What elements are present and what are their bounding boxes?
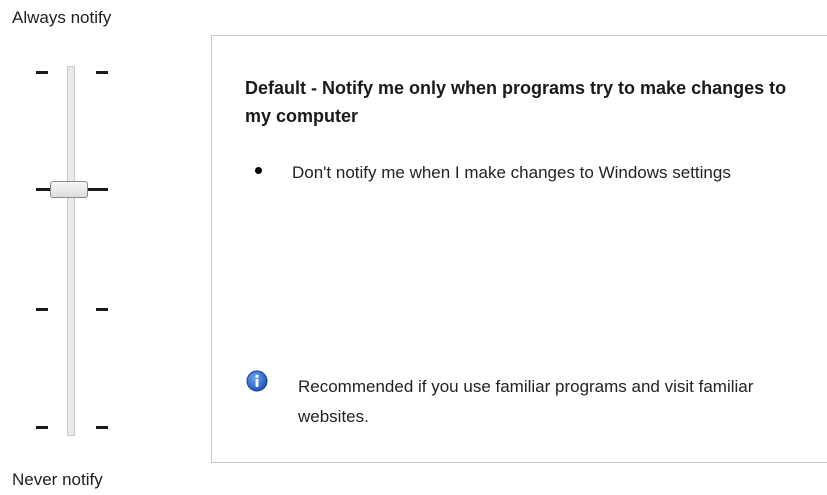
thumb-connector-right <box>87 188 97 191</box>
tick-never-left <box>36 426 48 429</box>
level-heading: Default - Notify me only when programs t… <box>245 78 787 126</box>
tick-always-right <box>96 71 108 74</box>
tick-notify-no-dim-right <box>96 308 108 311</box>
slider-thumb[interactable] <box>50 181 88 198</box>
uac-settings: Always notify Never notify Default - Not… <box>0 0 827 495</box>
recommendation-text: Recommended if you use familiar programs… <box>298 377 754 426</box>
never-notify-label: Never notify <box>12 470 103 489</box>
level-detail-text: Don't notify me when I make changes to W… <box>292 163 731 182</box>
info-icon <box>246 370 268 392</box>
bullet-icon <box>255 167 262 174</box>
notification-level-slider[interactable] <box>30 60 120 440</box>
tick-never-right <box>96 426 108 429</box>
always-notify-label: Always notify <box>12 8 112 27</box>
slider-track[interactable] <box>67 66 75 436</box>
tick-default-right <box>96 188 108 191</box>
tick-notify-no-dim-left <box>36 308 48 311</box>
tick-always-left <box>36 71 48 74</box>
